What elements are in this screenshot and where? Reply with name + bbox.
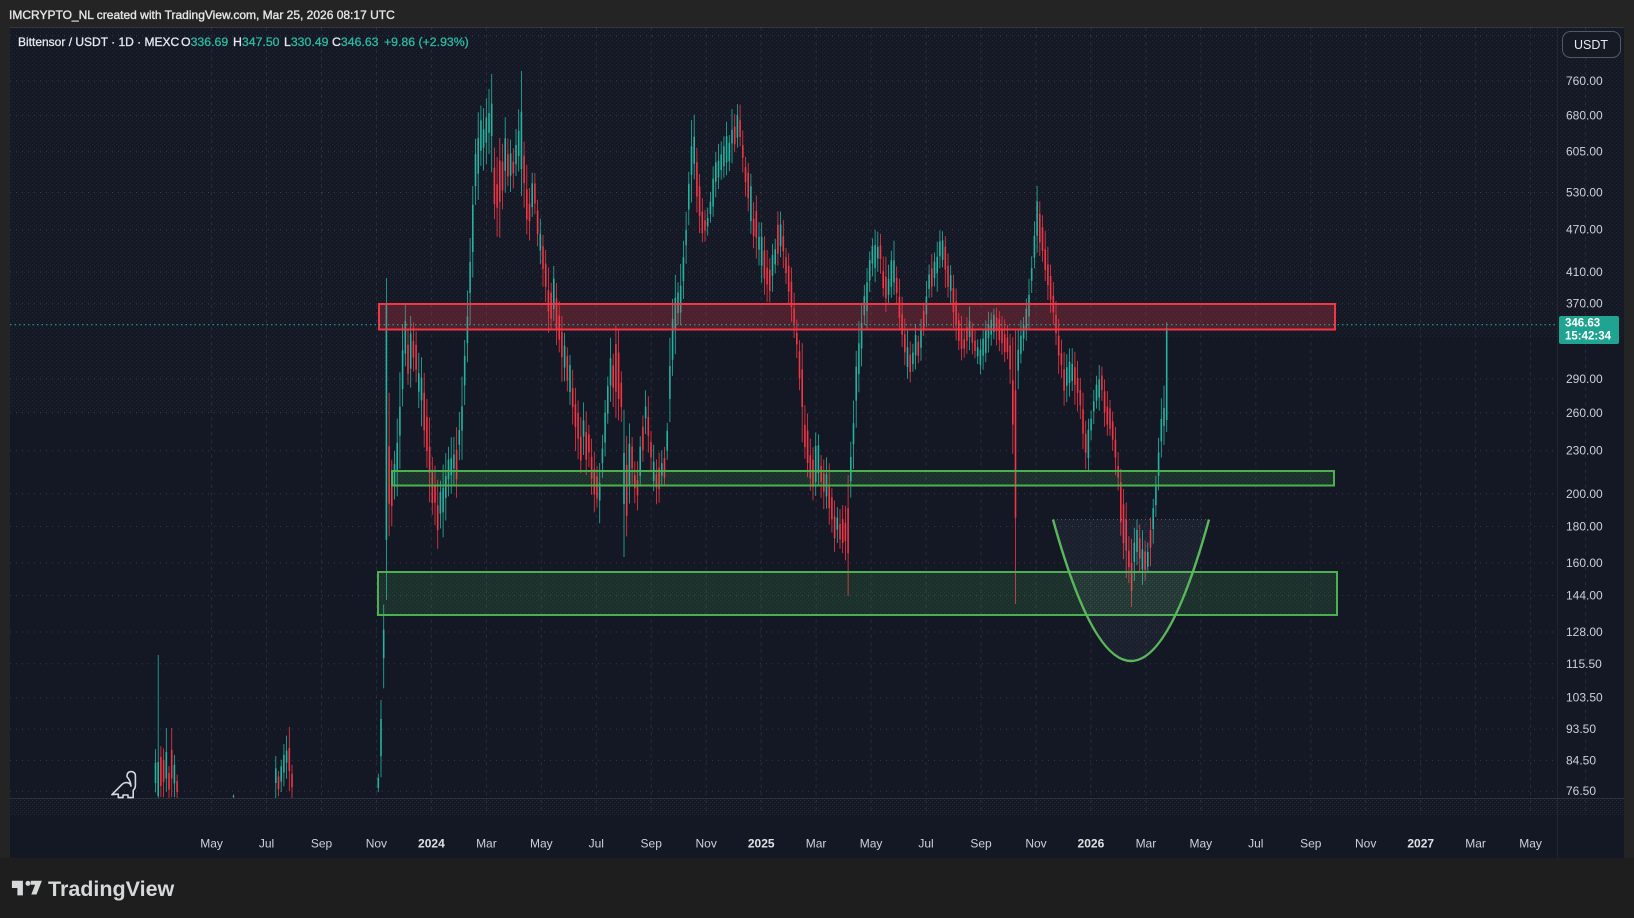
svg-text:2027: 2027 (1407, 837, 1434, 851)
svg-text:180.00: 180.00 (1566, 520, 1603, 534)
svg-text:Mar: Mar (1136, 837, 1157, 851)
svg-text:605.00: 605.00 (1566, 145, 1603, 159)
svg-text:260.00: 260.00 (1566, 406, 1603, 420)
svg-text:Jul: Jul (1248, 837, 1263, 851)
svg-text:+9.86 (+2.93%): +9.86 (+2.93%) (384, 35, 469, 49)
svg-text:93.50: 93.50 (1566, 722, 1596, 736)
svg-text:346.63: 346.63 (1565, 318, 1600, 330)
svg-text:Nov: Nov (1025, 837, 1046, 851)
svg-text:2024: 2024 (418, 837, 445, 851)
svg-text:128.00: 128.00 (1566, 625, 1603, 639)
svg-text:103.50: 103.50 (1566, 691, 1603, 705)
svg-text:Jul: Jul (259, 837, 274, 851)
svg-text:Sep: Sep (641, 837, 663, 851)
svg-text:370.00: 370.00 (1566, 297, 1603, 311)
svg-text:May: May (1189, 837, 1212, 851)
svg-text:TradingView: TradingView (48, 877, 175, 901)
svg-text:Sep: Sep (1300, 837, 1322, 851)
svg-text:May: May (860, 837, 883, 851)
svg-text:Nov: Nov (366, 837, 387, 851)
svg-text:Jul: Jul (918, 837, 933, 851)
svg-text:Sep: Sep (970, 837, 992, 851)
svg-text:760.00: 760.00 (1566, 74, 1603, 88)
svg-text:May: May (1519, 837, 1542, 851)
svg-text:15:42:34: 15:42:34 (1565, 331, 1612, 343)
svg-text:May: May (200, 837, 223, 851)
svg-text:Nov: Nov (696, 837, 717, 851)
svg-text:Sep: Sep (311, 837, 333, 851)
svg-text:410.00: 410.00 (1566, 265, 1603, 279)
svg-text:680.00: 680.00 (1566, 108, 1603, 122)
svg-text:84.50: 84.50 (1566, 753, 1596, 767)
svg-text:290.00: 290.00 (1566, 372, 1603, 386)
svg-text:115.50: 115.50 (1566, 657, 1602, 671)
svg-text:IMCRYPTO_NL created with Tradi: IMCRYPTO_NL created with TradingView.com… (9, 8, 395, 22)
svg-text:Bittensor / USDT · 1D · MEXC: Bittensor / USDT · 1D · MEXC (18, 35, 179, 49)
svg-text:USDT: USDT (1574, 38, 1608, 52)
svg-text:O336.69: O336.69 (181, 35, 228, 49)
svg-text:Mar: Mar (476, 837, 497, 851)
svg-text:Nov: Nov (1355, 837, 1376, 851)
svg-text:230.00: 230.00 (1566, 444, 1603, 458)
svg-text:76.50: 76.50 (1566, 784, 1596, 798)
svg-text:2025: 2025 (748, 837, 775, 851)
svg-text:C346.63: C346.63 (332, 35, 379, 49)
svg-text:H347.50: H347.50 (233, 35, 280, 49)
svg-text:160.00: 160.00 (1566, 556, 1603, 570)
svg-text:L330.49: L330.49 (284, 35, 329, 49)
svg-text:May: May (530, 837, 553, 851)
svg-text:Mar: Mar (1465, 837, 1486, 851)
svg-text:144.00: 144.00 (1566, 589, 1603, 603)
svg-text:530.00: 530.00 (1566, 186, 1603, 200)
svg-text:2026: 2026 (1078, 837, 1105, 851)
svg-text:200.00: 200.00 (1566, 487, 1603, 501)
svg-text:470.00: 470.00 (1566, 223, 1603, 237)
svg-text:Jul: Jul (589, 837, 604, 851)
svg-text:Mar: Mar (806, 837, 827, 851)
